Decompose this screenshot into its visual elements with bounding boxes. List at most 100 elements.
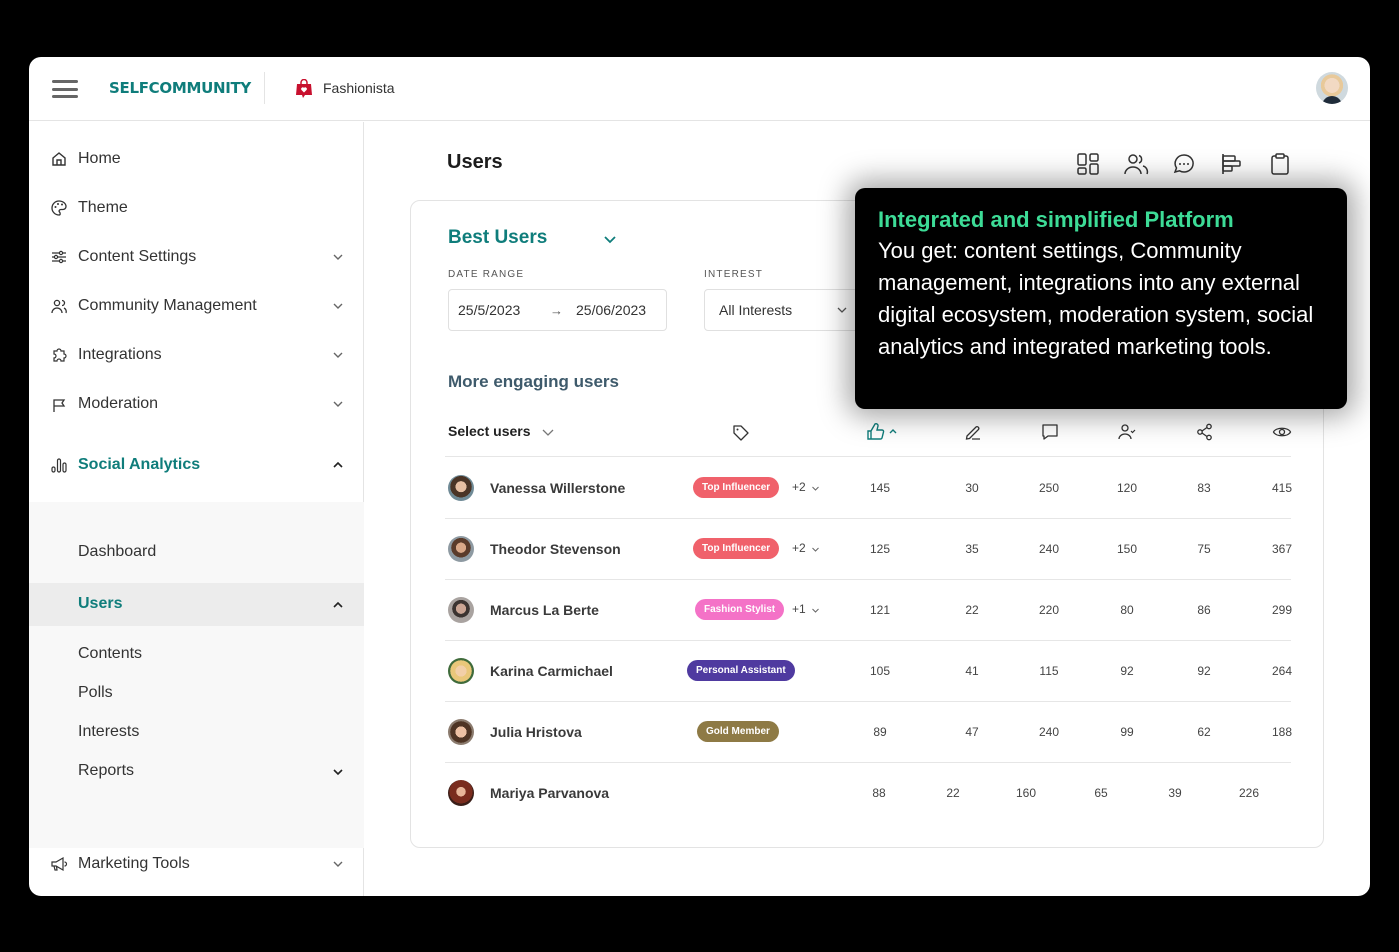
table-row[interactable]: Marcus La Berte Fashion Stylist +1 121 2… bbox=[445, 580, 1292, 641]
likes-column-header[interactable] bbox=[866, 422, 906, 442]
submenu-item-polls[interactable]: Polls bbox=[29, 674, 364, 714]
sidebar-item-app-settings[interactable]: App Settings bbox=[29, 893, 364, 896]
chevron-down-icon[interactable] bbox=[331, 857, 345, 871]
followers-value: 92 bbox=[1120, 664, 1134, 678]
table-row[interactable]: Theodor Stevenson Top Influencer +2 125 … bbox=[445, 519, 1292, 580]
views-value: 188 bbox=[1271, 725, 1293, 739]
chevron-down-icon[interactable] bbox=[331, 348, 345, 362]
logo[interactable]: SELFCOMMUNITY bbox=[109, 79, 251, 97]
user-name[interactable]: Marcus La Berte bbox=[490, 602, 599, 618]
posts-value: 22 bbox=[965, 603, 979, 617]
hamburger-icon[interactable] bbox=[52, 80, 78, 98]
sidebar-item-content-settings[interactable]: Content Settings bbox=[29, 237, 364, 277]
shares-value: 92 bbox=[1197, 664, 1211, 678]
submenu-item-contents[interactable]: Contents bbox=[29, 635, 364, 675]
community-name[interactable]: Fashionista bbox=[323, 80, 395, 96]
pencil-icon bbox=[965, 426, 980, 440]
chevron-down-icon[interactable] bbox=[811, 545, 820, 554]
followers-value: 65 bbox=[1094, 786, 1108, 800]
chevron-up-icon[interactable] bbox=[331, 458, 345, 472]
select-users-dropdown[interactable]: Select users bbox=[448, 423, 531, 439]
home-icon bbox=[52, 152, 66, 166]
more-badges[interactable]: +2 bbox=[792, 480, 806, 494]
comments-value: 240 bbox=[1038, 725, 1060, 739]
user-name[interactable]: Julia Hristova bbox=[490, 724, 582, 740]
user-badge[interactable]: Personal Assistant bbox=[687, 660, 795, 681]
chevron-down-icon[interactable] bbox=[811, 484, 820, 493]
user-badge[interactable]: Top Influencer bbox=[693, 538, 780, 559]
date-range-picker[interactable]: 25/5/2023 → 25/06/2023 bbox=[448, 289, 667, 331]
chevron-down-icon[interactable] bbox=[541, 426, 555, 440]
dashboard-grid-button[interactable] bbox=[1074, 150, 1102, 178]
sidebar-item-social-analytics[interactable]: Social Analytics bbox=[29, 445, 364, 485]
chevron-down-icon[interactable] bbox=[811, 606, 820, 615]
likes-value: 125 bbox=[869, 542, 891, 556]
clipboard-button[interactable] bbox=[1266, 150, 1294, 178]
sidebar-item-theme[interactable]: Theme bbox=[29, 188, 364, 228]
comments-value: 220 bbox=[1038, 603, 1060, 617]
comment-icon bbox=[1042, 424, 1058, 440]
chevron-down-icon[interactable] bbox=[331, 765, 345, 779]
user-name[interactable]: Karina Carmichael bbox=[490, 663, 613, 679]
chevron-down-icon[interactable] bbox=[603, 233, 617, 247]
sliders-icon bbox=[52, 250, 66, 264]
posts-column-header[interactable] bbox=[963, 422, 983, 442]
comments-value: 240 bbox=[1038, 542, 1060, 556]
sidebar-item-moderation[interactable]: Moderation bbox=[29, 384, 364, 424]
user-avatar bbox=[448, 780, 474, 806]
table-row[interactable]: Mariya Parvanova 88 22 160 65 39 226 bbox=[445, 763, 1291, 824]
date-from[interactable]: 25/5/2023 bbox=[458, 302, 520, 318]
followers-value: 80 bbox=[1120, 603, 1134, 617]
sidebar-item-community-management[interactable]: Community Management bbox=[29, 286, 364, 326]
chevron-up-icon[interactable] bbox=[331, 598, 345, 612]
shares-value: 75 bbox=[1197, 542, 1211, 556]
users-button[interactable] bbox=[1122, 150, 1150, 178]
views-column-header[interactable] bbox=[1272, 422, 1292, 442]
chat-button[interactable] bbox=[1170, 150, 1198, 178]
posts-value: 41 bbox=[965, 664, 979, 678]
submenu-item-interests[interactable]: Interests bbox=[29, 713, 364, 753]
interest-value: All Interests bbox=[719, 302, 793, 318]
submenu-item-label: Reports bbox=[78, 762, 135, 779]
shares-value: 83 bbox=[1197, 481, 1211, 495]
user-name[interactable]: Theodor Stevenson bbox=[490, 541, 621, 557]
more-badges[interactable]: +1 bbox=[792, 602, 806, 616]
sidebar-item-label: Community Management bbox=[78, 297, 257, 314]
report-select[interactable]: Best Users bbox=[448, 227, 547, 249]
user-badge[interactable]: Gold Member bbox=[697, 721, 779, 742]
followers-column-header[interactable] bbox=[1117, 422, 1137, 442]
table-row[interactable]: Karina Carmichael Personal Assistant 105… bbox=[445, 641, 1292, 702]
date-to[interactable]: 25/06/2023 bbox=[576, 302, 646, 318]
submenu-item-label: Interests bbox=[78, 723, 140, 740]
views-value: 226 bbox=[1238, 786, 1260, 800]
clipboard-icon bbox=[1271, 153, 1289, 175]
user-avatar[interactable] bbox=[1316, 72, 1348, 104]
sidebar-item-label: Theme bbox=[78, 199, 128, 216]
shares-column-header[interactable] bbox=[1195, 422, 1215, 442]
section-title: More engaging users bbox=[448, 372, 619, 391]
user-name[interactable]: Vanessa Willerstone bbox=[490, 480, 625, 496]
sidebar-item-home[interactable]: Home bbox=[29, 139, 364, 179]
interest-select[interactable]: All Interests bbox=[704, 289, 864, 331]
submenu-item-reports[interactable]: Reports bbox=[29, 752, 364, 792]
user-badge[interactable]: Fashion Stylist bbox=[695, 599, 785, 620]
chevron-down-icon[interactable] bbox=[331, 250, 345, 264]
sidebar-item-integrations[interactable]: Integrations bbox=[29, 335, 364, 375]
sidebar-item-marketing-tools[interactable]: Marketing Tools bbox=[29, 844, 364, 884]
chevron-down-icon[interactable] bbox=[331, 397, 345, 411]
align-bars-button[interactable] bbox=[1218, 150, 1246, 178]
comments-value: 160 bbox=[1015, 786, 1037, 800]
posts-value: 30 bbox=[965, 481, 979, 495]
analytics-toolbar bbox=[1074, 150, 1294, 178]
user-name[interactable]: Mariya Parvanova bbox=[490, 785, 609, 801]
submenu-item-dashboard[interactable]: Dashboard bbox=[29, 533, 364, 573]
table-row[interactable]: Julia Hristova Gold Member 89 47 240 99 … bbox=[445, 702, 1292, 763]
comments-column-header[interactable] bbox=[1040, 422, 1060, 442]
chevron-down-icon[interactable] bbox=[331, 299, 345, 313]
submenu-item-users[interactable]: Users bbox=[29, 583, 364, 626]
user-badge[interactable]: Top Influencer bbox=[693, 477, 780, 498]
tag-icon bbox=[733, 425, 749, 441]
table-row[interactable]: Vanessa Willerstone Top Influencer +2 14… bbox=[445, 458, 1292, 519]
more-badges[interactable]: +2 bbox=[792, 541, 806, 555]
user-avatar bbox=[448, 597, 474, 623]
